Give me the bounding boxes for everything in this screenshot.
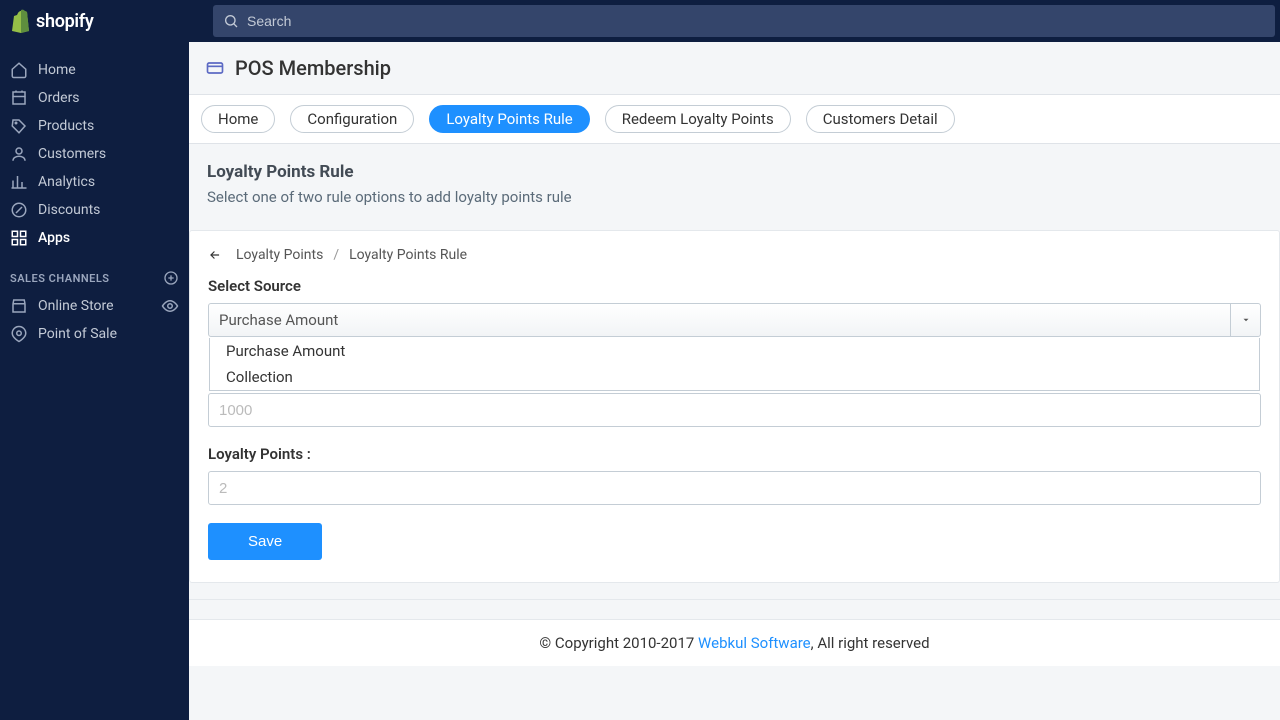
field-loyalty-points: Loyalty Points : <box>208 445 1261 505</box>
sidebar-item-label: Analytics <box>38 174 95 190</box>
section-title: SALES CHANNELS <box>10 272 110 285</box>
select-source[interactable]: Purchase Amount Purchase Amount Collecti… <box>208 303 1261 337</box>
save-button[interactable]: Save <box>208 523 322 560</box>
field-purchase-amount <box>208 393 1261 427</box>
home-icon <box>10 61 28 79</box>
loyalty-points-label: Loyalty Points : <box>208 445 1261 463</box>
sidebar-item-point-of-sale[interactable]: Point of Sale <box>0 320 189 348</box>
eye-icon[interactable] <box>161 297 179 315</box>
customers-icon <box>10 145 28 163</box>
sidebar-item-label: Home <box>38 62 76 78</box>
search-wrap <box>189 0 1280 42</box>
sidebar-item-label: Products <box>38 118 94 134</box>
tab-customers-detail[interactable]: Customers Detail <box>806 105 955 133</box>
option-collection[interactable]: Collection <box>210 364 1259 390</box>
sidebar-item-label: Apps <box>38 230 70 246</box>
select-source-value: Purchase Amount <box>209 304 1230 336</box>
sidebar-item-discounts[interactable]: Discounts <box>0 196 189 224</box>
brand-name: shopify <box>36 11 94 32</box>
select-source-label: Select Source <box>208 277 1261 295</box>
sidebar-item-label: Customers <box>38 146 106 162</box>
breadcrumb-link-loyalty-points[interactable]: Loyalty Points <box>236 247 323 263</box>
breadcrumb-separator: / <box>333 247 339 263</box>
purchase-amount-input[interactable] <box>208 393 1261 427</box>
select-source-dropdown: Purchase Amount Collection <box>209 338 1260 391</box>
sidebar-item-label: Online Store <box>38 298 114 314</box>
discounts-icon <box>10 201 28 219</box>
option-purchase-amount[interactable]: Purchase Amount <box>210 338 1259 364</box>
sidebar-section-sales-channels: SALES CHANNELS <box>0 252 189 292</box>
sidebar-item-home[interactable]: Home <box>0 56 189 84</box>
online-store-icon <box>10 297 28 315</box>
tab-configuration[interactable]: Configuration <box>290 105 414 133</box>
sidebar: Home Orders Products Customers Analytics… <box>0 42 189 720</box>
sidebar-item-products[interactable]: Products <box>0 112 189 140</box>
section-heading: Loyalty Points Rule <box>207 162 1262 182</box>
content-card: Loyalty Points / Loyalty Points Rule Sel… <box>189 230 1280 583</box>
sidebar-item-label: Point of Sale <box>38 326 117 342</box>
field-select-source: Select Source Purchase Amount Purchase A… <box>208 277 1261 337</box>
footer: © Copyright 2010-2017 Webkul Software, A… <box>189 619 1280 666</box>
sidebar-item-apps[interactable]: Apps <box>0 224 189 252</box>
select-caret[interactable] <box>1230 304 1260 336</box>
tab-loyalty-points-rule[interactable]: Loyalty Points Rule <box>429 105 589 133</box>
search-bar[interactable] <box>213 5 1275 37</box>
sidebar-item-customers[interactable]: Customers <box>0 140 189 168</box>
back-arrow-icon[interactable] <box>208 248 222 262</box>
search-input[interactable] <box>247 13 1265 29</box>
section-intro: Loyalty Points Rule Select one of two ru… <box>189 144 1280 226</box>
breadcrumb-current: Loyalty Points Rule <box>349 247 467 263</box>
sidebar-item-label: Orders <box>38 90 80 106</box>
footer-suffix: , All right reserved <box>811 634 930 652</box>
footer-link-webkul[interactable]: Webkul Software <box>698 634 811 652</box>
footer-band <box>189 599 1280 619</box>
page-header: POS Membership <box>189 42 1280 94</box>
apps-icon <box>10 229 28 247</box>
tabs-bar: Home Configuration Loyalty Points Rule R… <box>189 94 1280 144</box>
footer-copyright: © Copyright 2010-2017 <box>539 634 698 652</box>
pos-icon <box>10 325 28 343</box>
loyalty-points-input[interactable] <box>208 471 1261 505</box>
sidebar-item-online-store[interactable]: Online Store <box>0 292 189 320</box>
logo: shopify <box>0 0 189 42</box>
breadcrumb: Loyalty Points / Loyalty Points Rule <box>208 247 1261 263</box>
page-title: POS Membership <box>235 56 391 80</box>
search-icon <box>223 13 239 29</box>
membership-card-icon <box>205 58 225 78</box>
add-channel-icon[interactable] <box>163 270 179 286</box>
main: POS Membership Home Configuration Loyalt… <box>189 42 1280 720</box>
tab-redeem-loyalty-points[interactable]: Redeem Loyalty Points <box>605 105 791 133</box>
shopify-logo-icon <box>10 9 32 33</box>
sidebar-item-orders[interactable]: Orders <box>0 84 189 112</box>
caret-down-icon <box>1241 315 1251 325</box>
analytics-icon <box>10 173 28 191</box>
sidebar-item-analytics[interactable]: Analytics <box>0 168 189 196</box>
app-header: shopify <box>0 0 1280 42</box>
sidebar-item-label: Discounts <box>38 202 100 218</box>
products-icon <box>10 117 28 135</box>
orders-icon <box>10 89 28 107</box>
section-subtext: Select one of two rule options to add lo… <box>207 188 1262 206</box>
tab-home[interactable]: Home <box>201 105 275 133</box>
